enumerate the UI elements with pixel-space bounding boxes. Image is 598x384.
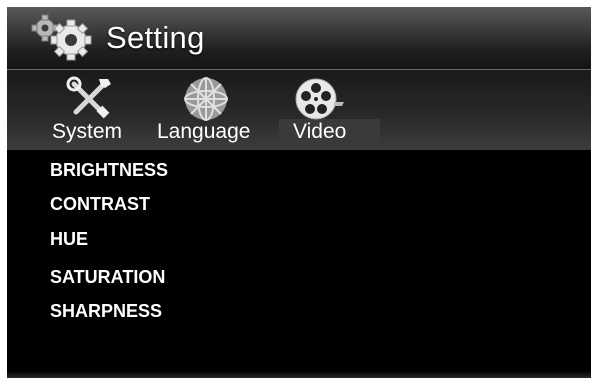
- tab-strip: System Language Video: [7, 70, 591, 150]
- tools-icon: [66, 76, 111, 119]
- tab-language-label: Language: [157, 120, 251, 143]
- menu-item-sharpness[interactable]: SHARPNESS: [50, 301, 162, 322]
- menu-item-contrast[interactable]: CONTRAST: [50, 194, 150, 215]
- tab-system[interactable]: System: [49, 70, 139, 150]
- bottom-divider: [7, 371, 591, 378]
- tab-video[interactable]: Video: [279, 70, 380, 150]
- film-reel-icon: [295, 78, 344, 120]
- menu-item-saturation[interactable]: SATURATION: [50, 267, 165, 288]
- menu-item-brightness[interactable]: BRIGHTNESS: [50, 160, 168, 181]
- title-bar: Setting: [7, 7, 591, 70]
- menu-item-hue[interactable]: HUE: [50, 229, 88, 250]
- tab-video-label: Video: [293, 120, 347, 143]
- settings-screen: Setting System Language Video BRIGHTNESS…: [7, 7, 591, 378]
- page-title: Setting: [106, 20, 205, 55]
- gears-icon: [31, 14, 92, 61]
- tab-language[interactable]: Language: [157, 70, 257, 150]
- globe-icon: [184, 77, 228, 121]
- tab-system-label: System: [52, 120, 123, 143]
